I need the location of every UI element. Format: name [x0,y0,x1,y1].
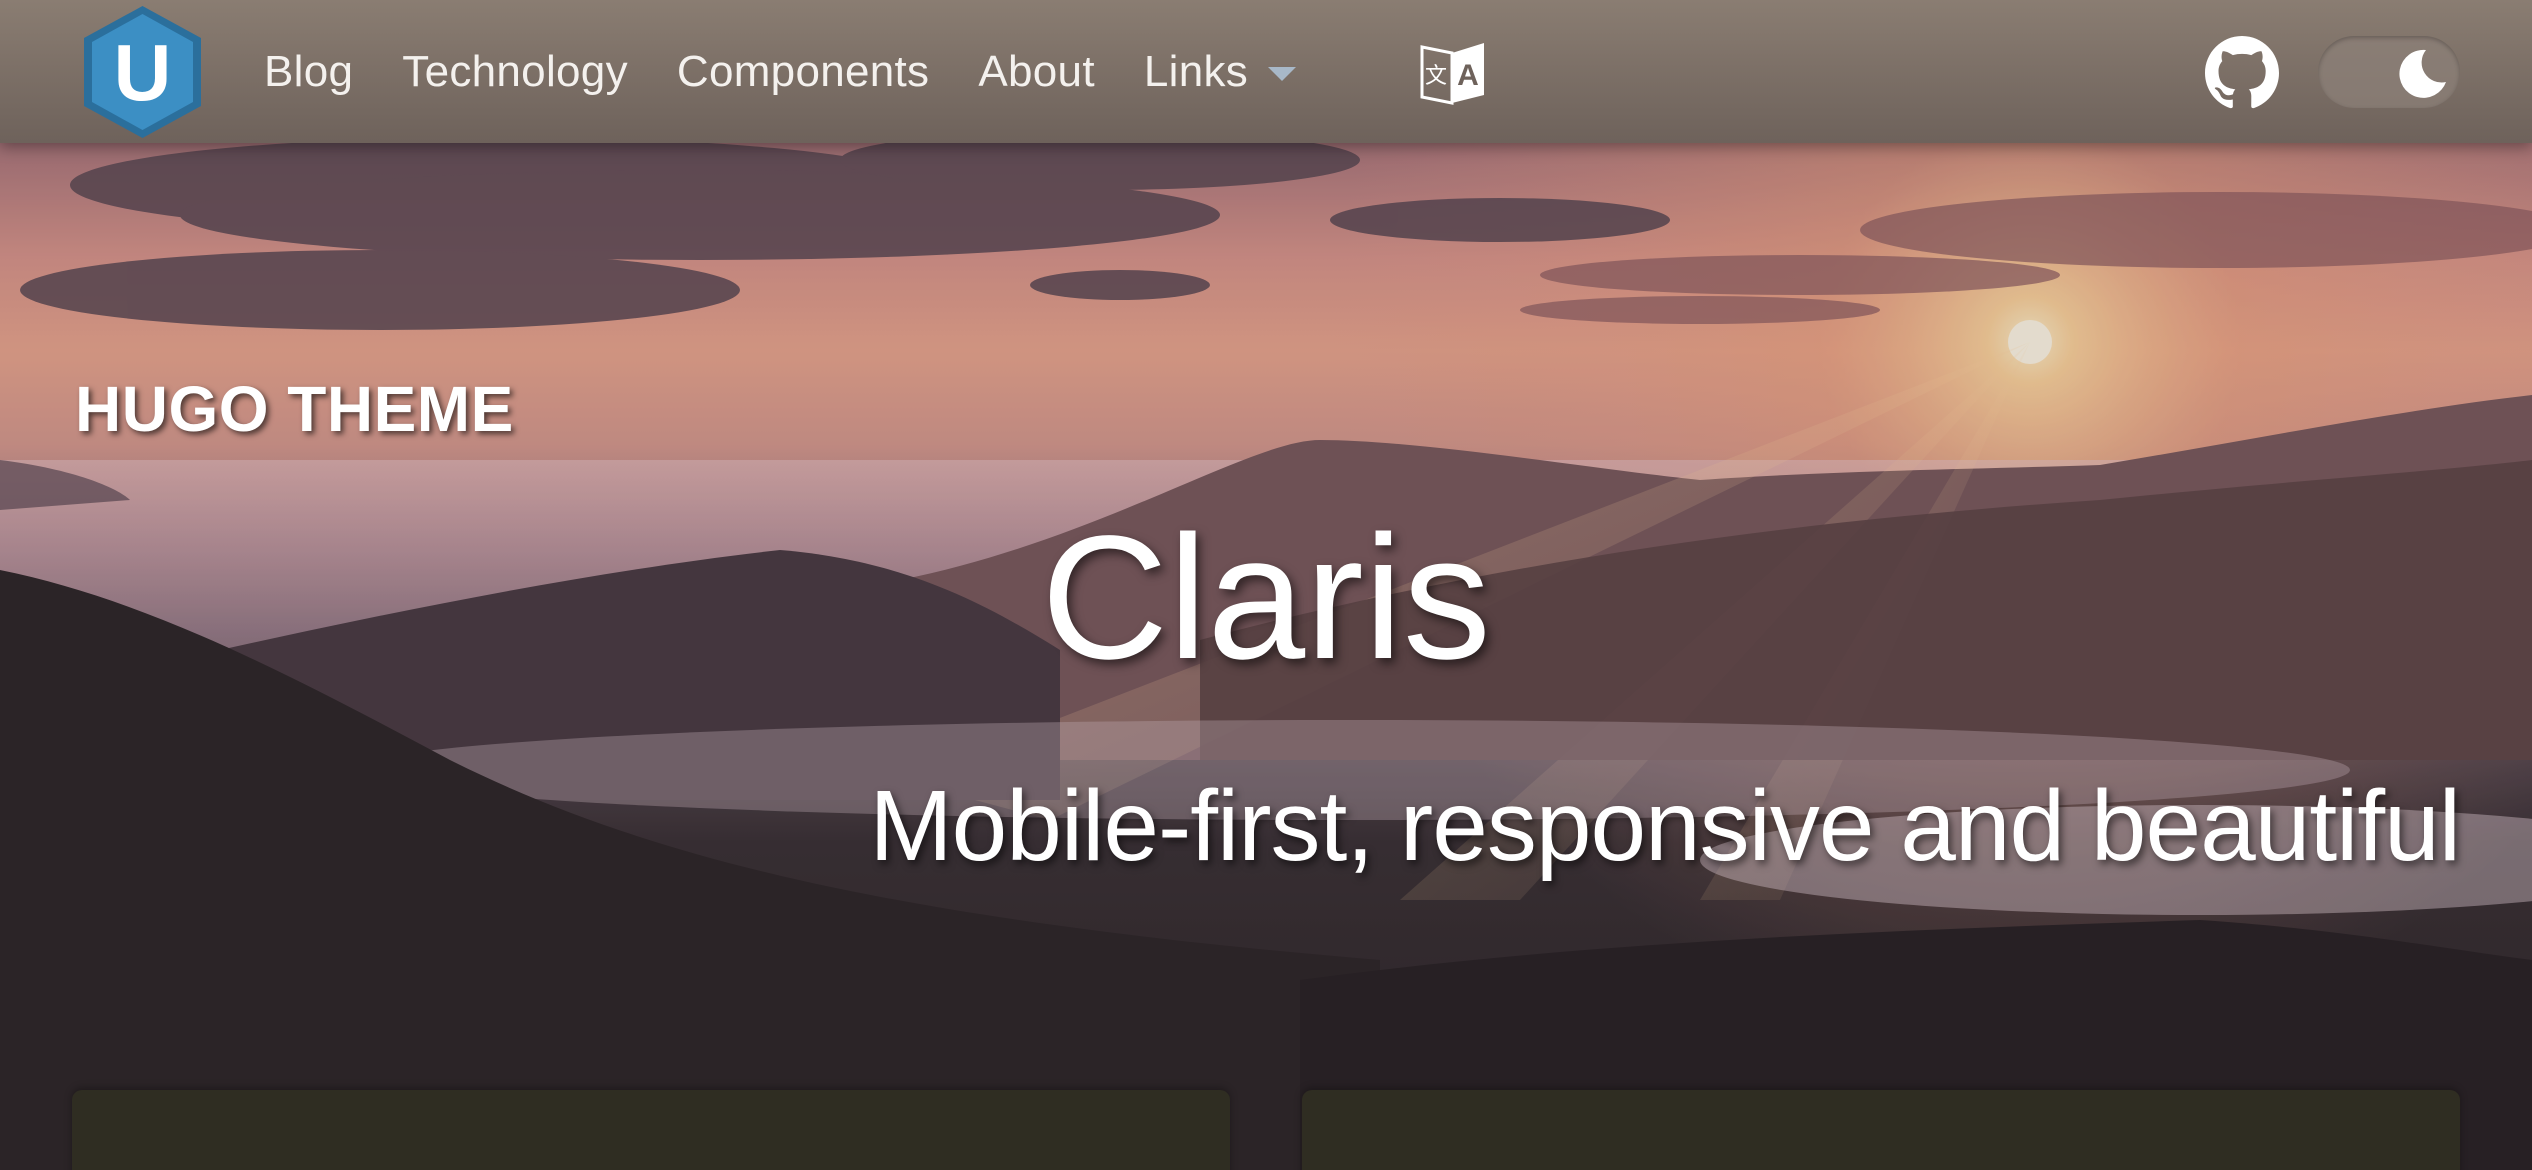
moon-icon [2396,46,2450,100]
svg-text:文: 文 [1425,64,1447,89]
nav-item-blog[interactable]: Blog [264,47,353,97]
content-card[interactable] [1302,1090,2460,1170]
top-navbar: U Blog Technology Components About Links… [0,0,2532,143]
content-card[interactable] [72,1090,1230,1170]
logo-icon: U [84,6,201,138]
nav-item-about[interactable]: About [978,47,1094,97]
page: U Blog Technology Components About Links… [0,0,2532,1170]
nav-item-components[interactable]: Components [677,47,929,97]
nav-item-links[interactable]: Links [1144,47,1248,97]
github-icon[interactable] [2205,36,2279,110]
hero-subtitle: Mobile-first, responsive and beautiful [869,770,2461,882]
nav-item-technology[interactable]: Technology [402,47,628,97]
hero-title: Claris [1041,500,1491,696]
nav-dropdown-links[interactable]: Links [1144,47,1356,97]
logo-letter: U [114,28,172,117]
translate-icon[interactable]: 文 A [1418,37,1490,109]
caret-down-icon [1268,66,1297,81]
nav-menu: Blog Technology Components About Links [264,0,1356,143]
site-logo[interactable]: U [80,4,205,140]
svg-text:A: A [1457,59,1479,92]
hero-kicker: HUGO THEME [75,373,514,445]
theme-toggle[interactable] [2318,36,2460,108]
